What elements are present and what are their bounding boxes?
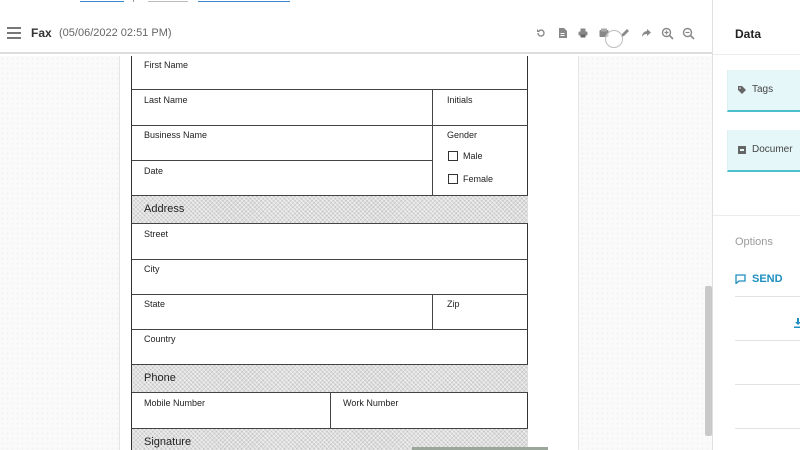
top-links-strip: [0, 0, 712, 12]
address-section-title: Address: [144, 203, 185, 215]
divider: [133, 0, 134, 2]
divider: [132, 125, 528, 126]
options-label: Options: [735, 236, 773, 248]
date-label: Date: [144, 166, 164, 176]
divider: [735, 428, 800, 429]
documents-label: Documer: [752, 144, 793, 155]
gender-label: Gender: [447, 130, 478, 140]
zoom-out-icon[interactable]: [678, 24, 698, 42]
toolbar: Fax (05/06/2022 02:51 PM): [0, 12, 712, 54]
document-icon[interactable]: [552, 24, 572, 42]
phone-section-header: Phone: [132, 365, 528, 392]
phone-section-title: Phone: [144, 372, 176, 384]
documents-button[interactable]: Documer: [727, 130, 800, 172]
city-label: City: [144, 264, 160, 274]
zip-label: Zip: [447, 299, 460, 309]
message-icon: [735, 274, 746, 284]
cursor-indicator: [605, 30, 623, 48]
send-label: SEND: [752, 273, 783, 285]
divider: [713, 54, 800, 55]
tags-label: Tags: [752, 84, 774, 95]
panel-title: Data: [735, 27, 762, 41]
viewer-scrollbar[interactable]: [705, 286, 712, 436]
divider: [735, 340, 800, 341]
divider: [330, 392, 331, 428]
document-icon: [738, 146, 746, 154]
print-icon[interactable]: [573, 24, 593, 42]
mobile-number-label: Mobile Number: [144, 398, 206, 408]
download-icon[interactable]: [794, 318, 800, 328]
divider: [132, 89, 528, 90]
data-panel: Data Tags Documer Options SEND: [712, 0, 800, 450]
divider: [132, 223, 528, 224]
tag-icon: [738, 86, 746, 94]
divider: [735, 296, 800, 297]
state-label: State: [144, 299, 166, 309]
male-checkbox[interactable]: [448, 151, 458, 161]
female-checkbox[interactable]: [448, 174, 458, 184]
divider: [132, 259, 528, 260]
top-link[interactable]: [198, 0, 290, 2]
send-button[interactable]: SEND: [735, 273, 783, 285]
first-name-label: First Name: [144, 60, 189, 70]
divider: [132, 160, 432, 161]
divider: [735, 384, 800, 385]
fax-date: (05/06/2022 02:51 PM): [59, 27, 172, 39]
signature-section-title: Signature: [144, 436, 192, 448]
tags-button[interactable]: Tags: [727, 70, 800, 112]
page-title: Fax: [31, 26, 52, 40]
divider: [432, 294, 433, 329]
male-label: Male: [463, 151, 483, 161]
fax-form: First Name Last Name Initials Business N…: [131, 56, 528, 450]
divider: [132, 329, 528, 330]
top-link[interactable]: [148, 0, 188, 2]
menu-icon[interactable]: [7, 27, 21, 39]
divider: [713, 215, 800, 216]
rotate-icon[interactable]: [531, 24, 551, 42]
initials-label: Initials: [447, 95, 473, 105]
country-label: Country: [144, 334, 176, 344]
divider: [132, 294, 528, 295]
top-link[interactable]: [80, 0, 124, 2]
app-window: Fax (05/06/2022 02:51 PM) First Name Las…: [0, 0, 800, 450]
address-section-header: Address: [132, 196, 528, 223]
street-label: Street: [144, 229, 169, 239]
female-label: Female: [463, 174, 494, 184]
work-number-label: Work Number: [343, 398, 399, 408]
divider: [432, 89, 433, 195]
zoom-in-icon[interactable]: [657, 24, 677, 42]
business-name-label: Business Name: [144, 130, 208, 140]
share-icon[interactable]: [636, 24, 656, 42]
last-name-label: Last Name: [144, 95, 188, 105]
